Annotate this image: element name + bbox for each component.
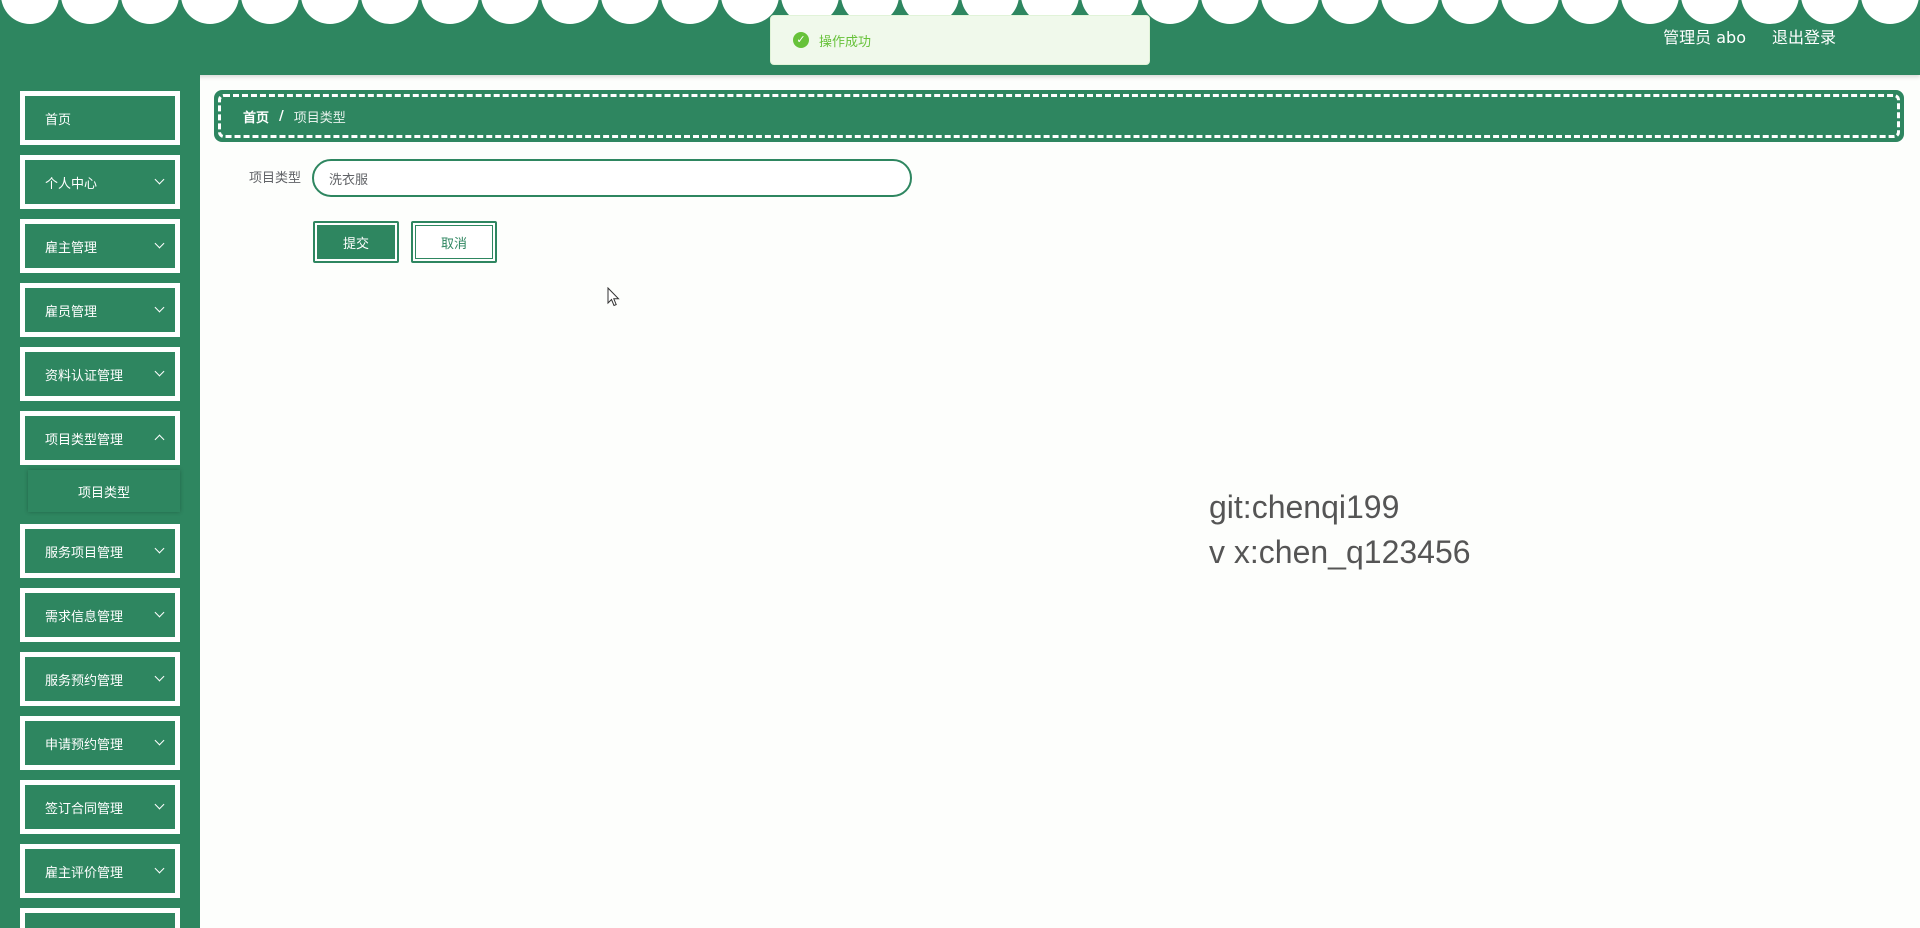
sidebar-item-label: 签订合同管理 — [45, 801, 124, 817]
sidebar-item-label: 首页 — [45, 112, 72, 128]
chevron-down-icon — [154, 543, 165, 554]
sidebar-item-contract-management[interactable]: 签订合同管理 — [20, 780, 180, 834]
admin-user-label[interactable]: 管理员 abo — [1663, 24, 1746, 48]
scallop-shape — [481, 0, 539, 24]
scallop-shape — [661, 0, 719, 24]
scallop-shape — [241, 0, 299, 24]
scallop-shape — [1381, 0, 1439, 24]
scallop-shape — [421, 0, 479, 24]
scallop-shape — [1441, 0, 1499, 24]
sidebar-subitem-label: 项目类型 — [77, 485, 130, 501]
sidebar-item-personal-center[interactable]: 个人中心 — [20, 155, 180, 209]
sidebar-item-label: 雇主管理 — [45, 240, 98, 256]
chevron-down-icon — [154, 607, 165, 618]
scallop-shape — [1561, 0, 1619, 24]
chevron-down-icon — [154, 366, 165, 377]
sidebar-item-booking-application-management[interactable]: 申请预约管理 — [20, 716, 180, 770]
chevron-down-icon — [154, 735, 165, 746]
check-circle-icon: ✓ — [793, 32, 809, 48]
sidebar-item-employee-management[interactable]: 雇员管理 — [20, 283, 180, 337]
sidebar-item-certification-management[interactable]: 资料认证管理 — [20, 347, 180, 401]
scallop-shape — [361, 0, 419, 24]
scallop-shape — [1621, 0, 1679, 24]
sidebar-item-label: 服务项目管理 — [45, 545, 124, 561]
sidebar-item-label: 雇员管理 — [45, 304, 98, 320]
logout-button[interactable]: 退出登录 — [1772, 24, 1836, 48]
project-type-input[interactable] — [312, 159, 912, 197]
scallop-shape — [1861, 0, 1919, 24]
scallop-shape — [1681, 0, 1739, 24]
scallop-shape — [1321, 0, 1379, 24]
sidebar-item-label: 服务预约管理 — [45, 673, 124, 689]
scallop-shape — [541, 0, 599, 24]
sidebar-item-project-type-management[interactable]: 项目类型管理 — [20, 411, 180, 465]
mouse-cursor-icon — [607, 287, 620, 307]
sidebar: 首页 个人中心 雇主管理 雇员管理 资料认证管理 项目类型管理 项目类型 服务项… — [0, 75, 200, 928]
sidebar-item-home[interactable]: 首页 — [20, 91, 180, 145]
chevron-down-icon — [154, 238, 165, 249]
scallop-shape — [1801, 0, 1859, 24]
chevron-down-icon — [154, 799, 165, 810]
scallop-shape — [1501, 0, 1559, 24]
sidebar-item-employer-review-management[interactable]: 雇主评价管理 — [20, 844, 180, 898]
scallop-shape — [1741, 0, 1799, 24]
scallop-shape — [1261, 0, 1319, 24]
scallop-shape — [181, 0, 239, 24]
scallop-shape — [1, 0, 59, 24]
sidebar-item-service-project-management[interactable]: 服务项目管理 — [20, 524, 180, 578]
sidebar-item-service-booking-management[interactable]: 服务预约管理 — [20, 652, 180, 706]
sidebar-item-label: 申请预约管理 — [45, 737, 124, 753]
scallop-shape — [121, 0, 179, 24]
scallop-shape — [1201, 0, 1259, 24]
chevron-up-icon — [154, 434, 165, 445]
sidebar-item-partial[interactable] — [20, 908, 180, 928]
sidebar-item-label: 个人中心 — [45, 176, 98, 192]
chevron-down-icon — [154, 174, 165, 185]
breadcrumb-home-link[interactable]: 首页 — [243, 107, 269, 126]
cancel-button[interactable]: 取消 — [411, 221, 497, 263]
breadcrumb: 首页 / 项目类型 — [214, 90, 1904, 142]
breadcrumb-current: 项目类型 — [293, 110, 346, 126]
sidebar-item-label: 雇主评价管理 — [45, 865, 124, 881]
success-toast: ✓ 操作成功 — [770, 15, 1150, 65]
sidebar-item-demand-info-management[interactable]: 需求信息管理 — [20, 588, 180, 642]
breadcrumb-inner: 首页 / 项目类型 — [218, 94, 1900, 138]
watermark-line-wechat: v x:chen_q123456 — [1209, 534, 1471, 570]
scallop-shape — [301, 0, 359, 24]
chevron-down-icon — [154, 302, 165, 313]
sidebar-item-label: 项目类型管理 — [45, 432, 124, 448]
breadcrumb-separator: / — [279, 108, 284, 124]
sidebar-item-label: 需求信息管理 — [45, 609, 124, 625]
watermark-line-git: git:chenqi199 — [1209, 489, 1400, 525]
sidebar-item-label: 资料认证管理 — [45, 368, 124, 384]
project-type-label: 项目类型 — [248, 171, 301, 186]
toast-message: 操作成功 — [819, 34, 872, 50]
sidebar-item-employer-management[interactable]: 雇主管理 — [20, 219, 180, 273]
scallop-shape — [601, 0, 659, 24]
sidebar-subitem-project-type[interactable]: 项目类型 — [28, 470, 180, 512]
watermark-text: git:chenqi199 v x:chen_q123456 — [1209, 485, 1471, 575]
header-user-area: 管理员 abo 退出登录 — [1663, 24, 1836, 48]
scallop-shape — [61, 0, 119, 24]
chevron-down-icon — [154, 863, 165, 874]
submit-button[interactable]: 提交 — [313, 221, 399, 263]
chevron-down-icon — [154, 671, 165, 682]
